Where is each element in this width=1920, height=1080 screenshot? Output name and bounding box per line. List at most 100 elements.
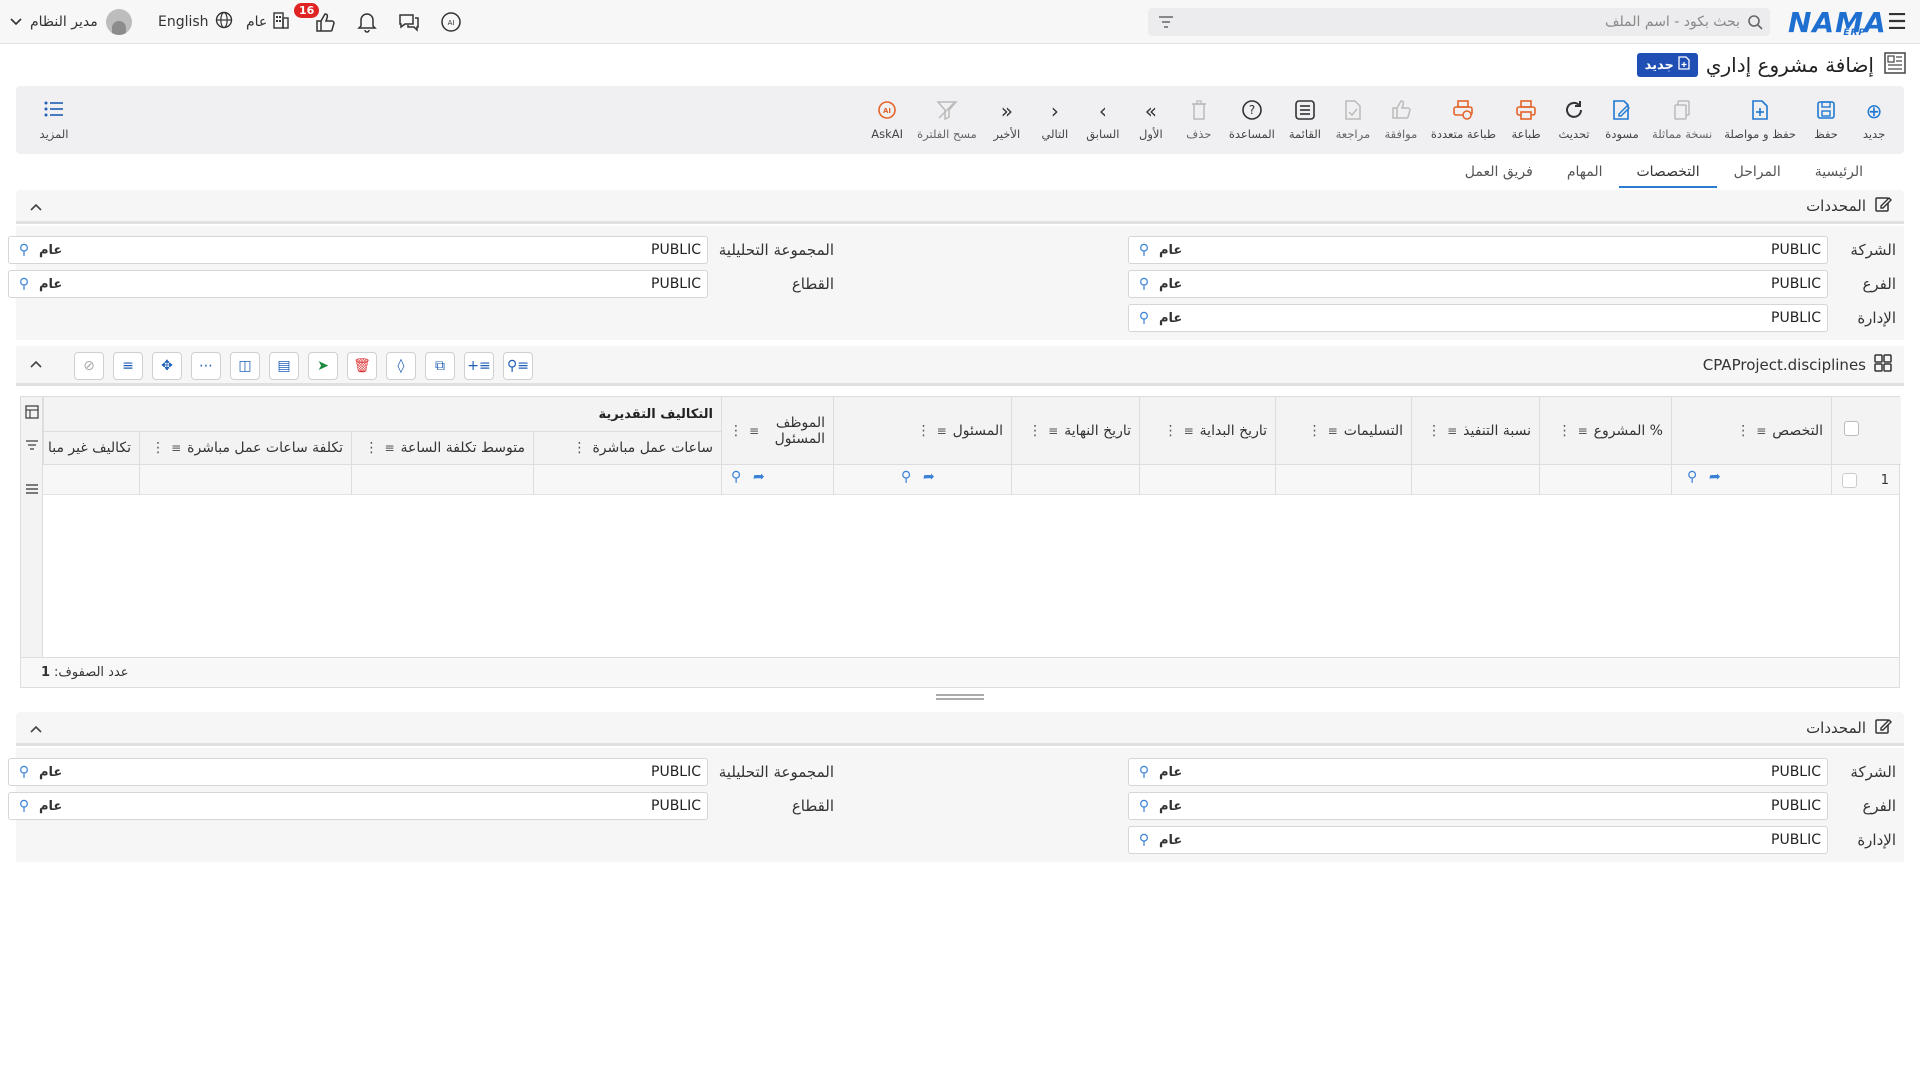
- col-responsible-employee[interactable]: الموظف المسئول ≡ ⋮: [721, 414, 833, 448]
- col-direct-hours[interactable]: ساعات عمل مباشرة ⋮: [533, 431, 721, 465]
- select-all-checkbox[interactable]: [1844, 421, 1859, 436]
- col-direct-hours-cost[interactable]: تكلفة ساعات عمل مباشرة ≡ ⋮: [139, 431, 351, 465]
- new-button[interactable]: ⊕ جديد: [1850, 86, 1898, 154]
- tab-disciplines[interactable]: التخصصات: [1619, 158, 1717, 188]
- more-list-icon: [43, 99, 65, 123]
- search-icon[interactable]: ⚲: [1687, 469, 1697, 485]
- col-exec-pct[interactable]: نسبة التنفيذ ≡ ⋮: [1411, 414, 1539, 448]
- user-menu[interactable]: مدير النظام: [10, 0, 132, 44]
- branch-field[interactable]: PUBLIC عام ⚲: [1128, 270, 1828, 298]
- table-options-button[interactable]: ▤: [269, 352, 299, 380]
- tab-phases[interactable]: المراحل: [1717, 158, 1798, 188]
- tab-main[interactable]: الرئيسية: [1798, 158, 1880, 188]
- run-button[interactable]: ➤: [308, 352, 338, 380]
- bell-icon[interactable]: [350, 0, 384, 44]
- previous-button[interactable]: › السابق: [1079, 86, 1127, 154]
- row-menu-icon[interactable]: [25, 483, 39, 499]
- open-link-icon[interactable]: ➦: [923, 469, 935, 485]
- filter-rows-icon[interactable]: [25, 439, 39, 455]
- chevron-up-icon[interactable]: [30, 196, 42, 215]
- first-button[interactable]: » الأول: [1127, 86, 1175, 154]
- company-field[interactable]: PUBLIC عام ⚲: [1128, 758, 1828, 786]
- last-button[interactable]: «الأخير: [983, 86, 1031, 154]
- search-icon[interactable]: ⚲: [1135, 310, 1153, 326]
- copy-row-button[interactable]: ⧉: [425, 352, 455, 380]
- table-settings-icon[interactable]: [25, 405, 39, 423]
- search-rows-button[interactable]: ≡⚲: [503, 352, 533, 380]
- sector-field[interactable]: PUBLIC عام ⚲: [8, 792, 708, 820]
- layers-button[interactable]: ◊: [386, 352, 416, 380]
- col-discipline[interactable]: التخصص ≡ ⋮: [1671, 414, 1831, 448]
- thumbs-up-icon: [1390, 99, 1412, 123]
- refresh-button[interactable]: تحديث: [1550, 86, 1598, 154]
- delete-button[interactable]: حذف: [1175, 86, 1223, 154]
- approve-button[interactable]: موافقة: [1377, 86, 1425, 154]
- fiscal-selector[interactable]: عام: [246, 0, 291, 44]
- col-project-pct[interactable]: % المشروع ≡ ⋮: [1539, 414, 1671, 448]
- save-button[interactable]: حفظ: [1802, 86, 1850, 154]
- chevron-up-icon[interactable]: [30, 718, 42, 737]
- column-fit-button[interactable]: ◫: [230, 352, 260, 380]
- ai-assistant-icon[interactable]: AI: [434, 0, 468, 44]
- col-indirect-costs[interactable]: تكاليف غير مبا: [43, 431, 139, 465]
- col-start-date[interactable]: تاريخ البداية ≡ ⋮: [1139, 414, 1275, 448]
- review-button[interactable]: مراجعة: [1329, 86, 1377, 154]
- company-field[interactable]: PUBLIC عام ⚲: [1128, 236, 1828, 264]
- branch-field[interactable]: PUBLIC عام ⚲: [1128, 792, 1828, 820]
- search-input[interactable]: بحث بكود - اسم الملف: [1184, 14, 1740, 30]
- table-row[interactable]: [43, 465, 1899, 495]
- search-icon[interactable]: ⚲: [1135, 798, 1153, 814]
- print-button[interactable]: طباعة: [1502, 86, 1550, 154]
- splitter-handle[interactable]: [936, 694, 984, 700]
- global-search[interactable]: بحث بكود - اسم الملف: [1148, 8, 1770, 36]
- delete-row-button[interactable]: 🗑: [347, 352, 377, 380]
- tab-tasks[interactable]: المهام: [1550, 158, 1620, 188]
- duplicate-button[interactable]: نسخة مماثلة: [1646, 86, 1718, 154]
- insert-row-button[interactable]: ≡+: [464, 352, 494, 380]
- search-icon[interactable]: ⚲: [901, 469, 911, 485]
- draft-button[interactable]: مسودة: [1598, 86, 1646, 154]
- logo[interactable]: NAMA ERP: [1788, 0, 1886, 44]
- search-icon[interactable]: ⚲: [731, 469, 741, 485]
- next-button[interactable]: ‹ التالي: [1031, 86, 1079, 154]
- search-icon[interactable]: ⚲: [1135, 764, 1153, 780]
- save-continue-button[interactable]: حفظ و مواصلة: [1718, 86, 1802, 154]
- multi-print-button[interactable]: طباعة متعددة: [1425, 86, 1502, 154]
- dimensions-section-header: المحددات: [16, 190, 1904, 224]
- analysis-group-field[interactable]: PUBLIC عام ⚲: [8, 758, 708, 786]
- search-icon[interactable]: ⚲: [1135, 832, 1153, 848]
- col-avg-hour-cost[interactable]: متوسط تكلفة الساعة ≡ ⋮: [351, 431, 533, 465]
- clear-filter-button[interactable]: ⦸: [74, 352, 104, 380]
- search-icon[interactable]: ⚲: [15, 242, 33, 258]
- chat-icon[interactable]: [392, 0, 426, 44]
- filter-button[interactable]: ≡: [113, 352, 143, 380]
- analysis-group-field[interactable]: PUBLIC عام ⚲: [8, 236, 708, 264]
- grid-dots-button[interactable]: ⋯: [191, 352, 221, 380]
- clear-filter-button[interactable]: مسح الفلترة: [911, 86, 983, 154]
- search-icon[interactable]: ⚲: [15, 764, 33, 780]
- search-icon[interactable]: ⚲: [15, 798, 33, 814]
- col-responsible[interactable]: المسئول ≡ ⋮: [833, 414, 1011, 448]
- filter-icon: ≡: [1577, 424, 1588, 438]
- department-field[interactable]: PUBLIC عام ⚲: [1128, 304, 1828, 332]
- row-checkbox[interactable]: [1842, 473, 1857, 488]
- chevron-up-icon[interactable]: [30, 356, 42, 372]
- department-field[interactable]: PUBLIC عام ⚲: [1128, 826, 1828, 854]
- search-icon[interactable]: ⚲: [15, 276, 33, 292]
- open-link-icon[interactable]: ➦: [1709, 469, 1721, 485]
- tab-team[interactable]: فريق العمل: [1448, 158, 1550, 188]
- help-button[interactable]: ? المساعدة: [1223, 86, 1281, 154]
- copy-icon: [1672, 99, 1692, 123]
- list-button[interactable]: القائمة: [1281, 86, 1329, 154]
- search-icon[interactable]: ⚲: [1135, 276, 1153, 292]
- open-link-icon[interactable]: ➦: [753, 469, 765, 485]
- more-button[interactable]: المزيد: [30, 86, 78, 154]
- col-deliverables[interactable]: التسليمات ≡ ⋮: [1275, 414, 1411, 448]
- sector-field[interactable]: PUBLIC عام ⚲: [8, 270, 708, 298]
- move-button[interactable]: ✥: [152, 352, 182, 380]
- search-icon[interactable]: ⚲: [1135, 242, 1153, 258]
- language-switch[interactable]: English: [158, 0, 233, 44]
- filter-icon[interactable]: [1148, 15, 1184, 29]
- ask-ai-button[interactable]: AI AskAI: [863, 86, 911, 154]
- col-end-date[interactable]: تاريخ النهاية ≡ ⋮: [1011, 414, 1139, 448]
